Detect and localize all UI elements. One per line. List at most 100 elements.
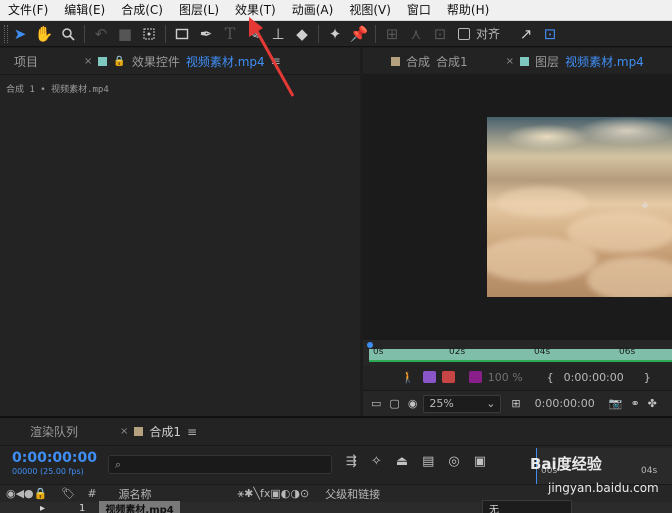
shy-layers-icon[interactable]: ⏏ [396,454,408,469]
zoom-select[interactable]: 25% ⌄ [423,394,502,413]
menu-composition[interactable]: 合成(C) [113,0,171,21]
menu-effect[interactable]: 效果(T) [227,0,284,21]
rotate-tool-icon[interactable]: ↶ [89,23,113,45]
toolbar-divider [84,24,85,43]
lock-icon[interactable]: 🔒 [113,56,125,67]
menu-edit[interactable]: 编辑(E) [56,0,113,21]
expand-arrow-icon[interactable]: ▸ [40,503,45,513]
work-area-bar [369,360,672,362]
brush-tool-icon[interactable]: ✎ [242,23,266,45]
workspace-icon[interactable]: ⊡ [538,23,562,45]
label-color-swatch [134,427,144,436]
menu-animation[interactable]: 动画(A) [284,0,342,21]
grid-guides-icon[interactable]: ⊞ [511,397,520,410]
monitor-icon[interactable]: ▢ [389,397,399,410]
rectangle-tool-icon[interactable] [170,23,194,45]
menu-view[interactable]: 视图(V) [341,0,399,21]
current-timecode[interactable]: 0:00:00:00 [12,450,97,466]
source-name-column-header[interactable]: 源名称 [119,486,152,502]
layer-viewer[interactable] [363,75,672,340]
layer-row[interactable]: ▸ 1 视频素材.mp4 无 [0,500,672,513]
menu-help[interactable]: 帮助(H) [439,0,497,21]
watermark-url: jingyan.baidu.com [548,481,659,495]
zoom-tool-icon[interactable] [56,23,80,45]
label-column-icon[interactable]: 🏷 [61,487,75,500]
frame-blending-icon[interactable]: ▤ [422,454,434,469]
toolbar-divider [165,24,166,43]
tab-layer-file: 视频素材.mp4 [565,54,644,69]
motion-blur-toggle[interactable] [422,371,436,383]
eraser-tool-icon[interactable]: ◆ [290,23,314,45]
in-point-time[interactable]: 0:00:00:00 [564,371,624,384]
switches-column-icon[interactable]: ⚹✱╲fx▣◐◑⊙ [238,487,310,501]
camera-tool-icon[interactable]: ■ [113,23,137,45]
menu-window[interactable]: 窗口 [399,0,439,21]
menu-file[interactable]: 文件(F) [0,0,56,21]
opacity-value[interactable]: 100 % [488,371,523,384]
world-axis-icon[interactable]: ⋏ [404,23,428,45]
motion-path-icon[interactable]: 🚶 [401,371,415,384]
layer-time-ruler[interactable]: 0s 02s 04s 06s [363,340,672,366]
draft-3d-icon[interactable]: ✧ [371,454,382,469]
tab-composition[interactable]: 合成 合成1 [381,53,478,70]
set-in-point-icon[interactable]: { [547,371,554,384]
zoom-value: 25% [429,397,454,410]
graph-editor-icon[interactable]: ▣ [474,454,486,469]
panel-menu-icon[interactable]: ≡ [187,425,197,439]
close-icon[interactable]: × [84,56,92,67]
close-icon[interactable]: × [506,56,514,67]
pen-tool-icon[interactable]: ✒ [194,23,218,45]
motion-blur-icon[interactable]: ◎ [448,454,459,469]
pan-behind-tool-icon[interactable] [137,23,161,45]
mask-view-icon[interactable]: ◉ [408,397,418,410]
right-panel-tabs: 合成 合成1 × 图层 视频素材.mp4 [363,48,672,75]
ruler-label: 02s [449,347,466,357]
color-channels-icon[interactable]: ✤ [648,397,657,410]
show-snapshot-icon[interactable]: ⚭ [630,397,639,410]
view-axis-icon[interactable]: ⊡ [428,23,452,45]
comp-flowchart-icon[interactable]: ⇶ [346,454,357,469]
frame-blend-toggle[interactable] [441,371,455,383]
tab-effect-controls-label: 效果控件 [131,54,180,69]
tab-composition-prefix: 合成 [406,54,431,69]
anchor-point-icon[interactable]: ⌖ [641,198,649,214]
clone-stamp-tool-icon[interactable]: ⊥ [266,23,290,45]
puppet-pin-tool-icon[interactable]: 📌 [347,23,371,45]
expand-icon[interactable]: ↗ [514,23,538,45]
current-time-display[interactable]: 0:00:00:00 [535,397,595,410]
label-color-swatch [520,56,530,66]
type-tool-icon[interactable]: T [218,23,242,45]
tab-effect-controls[interactable]: × 🔒 效果控件 视频素材.mp4 ≡ [74,53,291,70]
set-out-point-icon[interactable]: } [644,371,651,384]
av-switches-icon[interactable]: ◉◀●🔒 [6,487,47,500]
snap-checkbox[interactable] [458,27,470,40]
always-preview-icon[interactable]: ▭ [371,397,381,410]
tab-render-queue-label: 渲染队列 [30,425,79,439]
close-icon[interactable]: × [120,426,128,437]
hand-tool-icon[interactable]: ✋ [32,23,56,45]
left-panel-tabs: 项目 × 🔒 效果控件 视频素材.mp4 ≡ [0,48,360,75]
panel-menu-icon[interactable]: ≡ [271,54,281,68]
snap-label: 对齐 [476,27,501,41]
tab-render-queue[interactable]: 渲染队列 [20,423,88,440]
tab-layer[interactable]: × 图层 视频素材.mp4 [496,53,654,70]
toolbar-divider [318,24,319,43]
parent-column-header[interactable]: 父级和链接 [325,486,380,502]
menu-layer[interactable]: 图层(L) [171,0,227,21]
ruler-label: 0s [373,347,384,357]
local-axis-icon[interactable]: ⊞ [380,23,404,45]
tab-project[interactable]: 项目 [4,53,48,70]
watermark-logo: Bai度经验 [530,455,602,473]
viewer-toolbar: ▭ ▢ ◉ 25% ⌄ ⊞ 0:00:00:00 📷 ⚭ ✤ [363,390,672,416]
snapshot-icon[interactable]: 📷 [609,397,623,410]
label-color-swatch [98,56,108,66]
selection-tool-icon[interactable]: ➤ [8,23,32,45]
color-chip[interactable] [468,371,482,383]
toolbar-divider [375,24,376,43]
roto-brush-tool-icon[interactable]: ✦ [323,23,347,45]
parent-select[interactable]: 无 [482,500,572,513]
layer-search-input[interactable]: ⌕ [108,455,332,474]
layer-name[interactable]: 视频素材.mp4 [99,501,180,513]
tab-composition-timeline[interactable]: × 合成1 ≡ [110,423,207,440]
ruler-label: 04s [641,466,658,476]
